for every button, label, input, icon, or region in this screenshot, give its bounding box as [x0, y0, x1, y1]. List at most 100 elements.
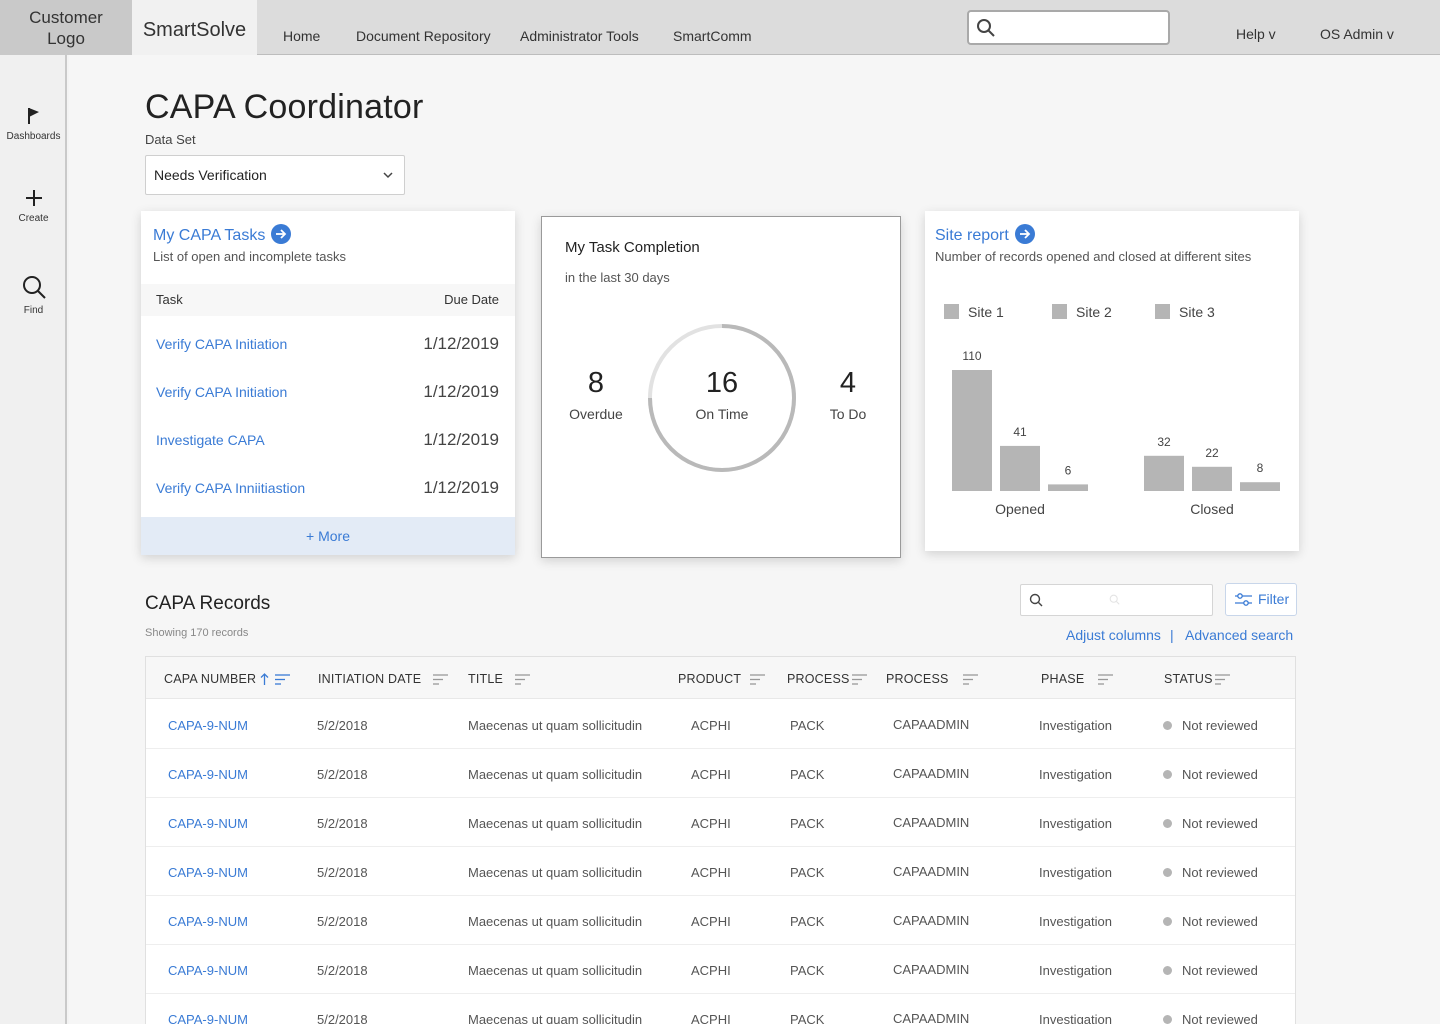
nav-administrator-tools[interactable]: Administrator Tools	[520, 28, 639, 44]
nav-document-repository[interactable]: Document Repository	[356, 28, 491, 44]
tasks-col-due: Due Date	[444, 292, 499, 307]
adjust-columns-link[interactable]: Adjust columns	[1066, 627, 1161, 643]
brand-name[interactable]: SmartSolve	[132, 0, 257, 55]
task-due-date: 1/12/2019	[423, 478, 499, 497]
table-header: CAPA NUMBER INITIATION DATE TITLE PRODUC…	[146, 657, 1295, 699]
user-menu[interactable]: OS Admin v	[1320, 26, 1394, 42]
tasks-table-header: Task Due Date	[141, 284, 515, 316]
capa-tasks-subtitle: List of open and incomplete tasks	[153, 249, 346, 264]
customer-logo[interactable]: Customer Logo	[0, 0, 132, 55]
product-cell: ACPHI	[691, 865, 731, 880]
product-cell: ACPHI	[691, 963, 731, 978]
col-capa-number[interactable]: CAPA NUMBER	[164, 672, 291, 686]
capa-records-table: CAPA NUMBER INITIATION DATE TITLE PRODUC…	[145, 656, 1296, 1024]
sidebar-item-create[interactable]: Create	[0, 189, 67, 224]
sort-lines-icon	[433, 674, 449, 685]
bar-closed-site3	[1240, 482, 1280, 491]
task-due-date: 1/12/2019	[423, 430, 499, 449]
process-2-cell: CAPAADMIN	[893, 1011, 970, 1024]
capa-tasks-title-link[interactable]: My CAPA Tasks	[153, 224, 292, 245]
process-cell: PACK	[790, 718, 825, 733]
initiation-date-cell: 5/2/2018	[317, 718, 368, 733]
process-cell: PACK	[790, 914, 825, 929]
sidebar-item-label: Dashboards	[6, 131, 61, 142]
filter-button[interactable]: Filter	[1225, 583, 1297, 616]
help-menu[interactable]: Help v	[1236, 26, 1276, 42]
advanced-search-link[interactable]: Advanced search	[1185, 627, 1293, 643]
todo-label: To Do	[829, 406, 867, 422]
site-report-title-link[interactable]: Site report	[935, 224, 1035, 245]
status-dot-icon	[1163, 819, 1172, 828]
todo-count: 4	[839, 367, 857, 399]
col-process[interactable]: PROCESS	[787, 672, 867, 686]
col-title[interactable]: TITLE	[468, 672, 531, 686]
task-row[interactable]: Verify CAPA Initiation 1/12/2019	[141, 369, 515, 417]
table-row[interactable]: CAPA-9-NUM 5/2/2018 Maecenas ut quam solli…	[146, 847, 1295, 896]
col-label: TITLE	[468, 672, 504, 686]
overdue-count: 8	[587, 367, 605, 399]
capa-number-link[interactable]: CAPA-9-NUM	[168, 865, 248, 880]
capa-number-link[interactable]: CAPA-9-NUM	[168, 1012, 248, 1024]
col-phase[interactable]: PHASE	[1041, 672, 1114, 686]
table-row[interactable]: CAPA-9-NUM 5/2/2018 Maecenas ut quam solli…	[146, 700, 1295, 749]
legend-site2-swatch	[1052, 304, 1067, 319]
site-report-title: Site report	[935, 227, 1009, 244]
initiation-date-cell: 5/2/2018	[317, 914, 368, 929]
col-product[interactable]: PRODUCT	[678, 672, 766, 686]
dataset-select[interactable]: Needs Verification	[145, 155, 405, 195]
status-text: Not reviewed	[1182, 963, 1258, 978]
bar-closed-site1	[1144, 455, 1184, 491]
task-row[interactable]: Verify CAPA Inniitiastion 1/12/2019	[141, 465, 515, 513]
task-name[interactable]: Verify CAPA Initiation	[156, 336, 287, 352]
table-row[interactable]: CAPA-9-NUM 5/2/2018 Maecenas ut quam solli…	[146, 896, 1295, 945]
page-title: CAPA Coordinator	[145, 88, 424, 126]
bar-value-label: 22	[1205, 446, 1219, 460]
more-tasks-button[interactable]: + More	[141, 517, 515, 555]
task-row[interactable]: Verify CAPA Initiation 1/12/2019	[141, 321, 515, 369]
status-cell: Not reviewed	[1163, 816, 1258, 831]
bar-closed-site2	[1192, 466, 1232, 491]
capa-records-count: Showing 170 records	[145, 627, 249, 639]
capa-number-link[interactable]: CAPA-9-NUM	[168, 718, 248, 733]
capa-number-link[interactable]: CAPA-9-NUM	[168, 914, 248, 929]
legend-site2: Site 2	[1076, 304, 1112, 320]
status-cell: Not reviewed	[1163, 767, 1258, 782]
records-search-input[interactable]	[1020, 584, 1213, 616]
status-cell: Not reviewed	[1163, 865, 1258, 880]
status-text: Not reviewed	[1182, 816, 1258, 831]
status-dot-icon	[1163, 868, 1172, 877]
col-label: INITIATION DATE	[318, 672, 422, 686]
task-name[interactable]: Verify CAPA Inniitiastion	[156, 480, 305, 496]
task-name[interactable]: Verify CAPA Initiation	[156, 384, 287, 400]
table-row[interactable]: CAPA-9-NUM 5/2/2018 Maecenas ut quam solli…	[146, 749, 1295, 798]
task-name[interactable]: Investigate CAPA	[156, 432, 265, 448]
sidebar: Dashboards Create Find	[0, 55, 67, 1024]
title-cell: Maecenas ut quam sollicitudin	[468, 1012, 643, 1024]
arrow-right-icon	[271, 224, 292, 244]
col-status[interactable]: STATUS	[1164, 672, 1230, 686]
phase-cell: Investigation	[1039, 963, 1112, 978]
category-label-opened: Opened	[995, 501, 1045, 517]
global-search-input[interactable]	[967, 10, 1170, 45]
sidebar-item-find[interactable]: Find	[0, 275, 67, 316]
search-icon	[977, 19, 995, 37]
capa-number-link[interactable]: CAPA-9-NUM	[168, 816, 248, 831]
status-text: Not reviewed	[1182, 767, 1258, 782]
task-row[interactable]: Investigate CAPA 1/12/2019	[141, 417, 515, 465]
table-row[interactable]: CAPA-9-NUM 5/2/2018 Maecenas ut quam solli…	[146, 994, 1295, 1024]
capa-number-link[interactable]: CAPA-9-NUM	[168, 767, 248, 782]
capa-number-link[interactable]: CAPA-9-NUM	[168, 963, 248, 978]
bar-value-label: 6	[1065, 463, 1072, 477]
sidebar-item-dashboards[interactable]: Dashboards	[0, 107, 67, 142]
nav-smartcomm[interactable]: SmartComm	[673, 28, 752, 44]
table-row[interactable]: CAPA-9-NUM 5/2/2018 Maecenas ut quam solli…	[146, 945, 1295, 994]
col-initiation-date[interactable]: INITIATION DATE	[318, 672, 449, 686]
col-process-2[interactable]: PROCESS	[886, 672, 978, 686]
legend-site3-swatch	[1155, 304, 1170, 319]
nav-home[interactable]: Home	[283, 28, 320, 44]
status-text: Not reviewed	[1182, 1012, 1258, 1024]
product-cell: ACPHI	[691, 718, 731, 733]
table-row[interactable]: CAPA-9-NUM 5/2/2018 Maecenas ut quam solli…	[146, 798, 1295, 847]
title-cell: Maecenas ut quam sollicitudin	[468, 767, 643, 782]
legend-site1: Site 1	[968, 304, 1004, 320]
